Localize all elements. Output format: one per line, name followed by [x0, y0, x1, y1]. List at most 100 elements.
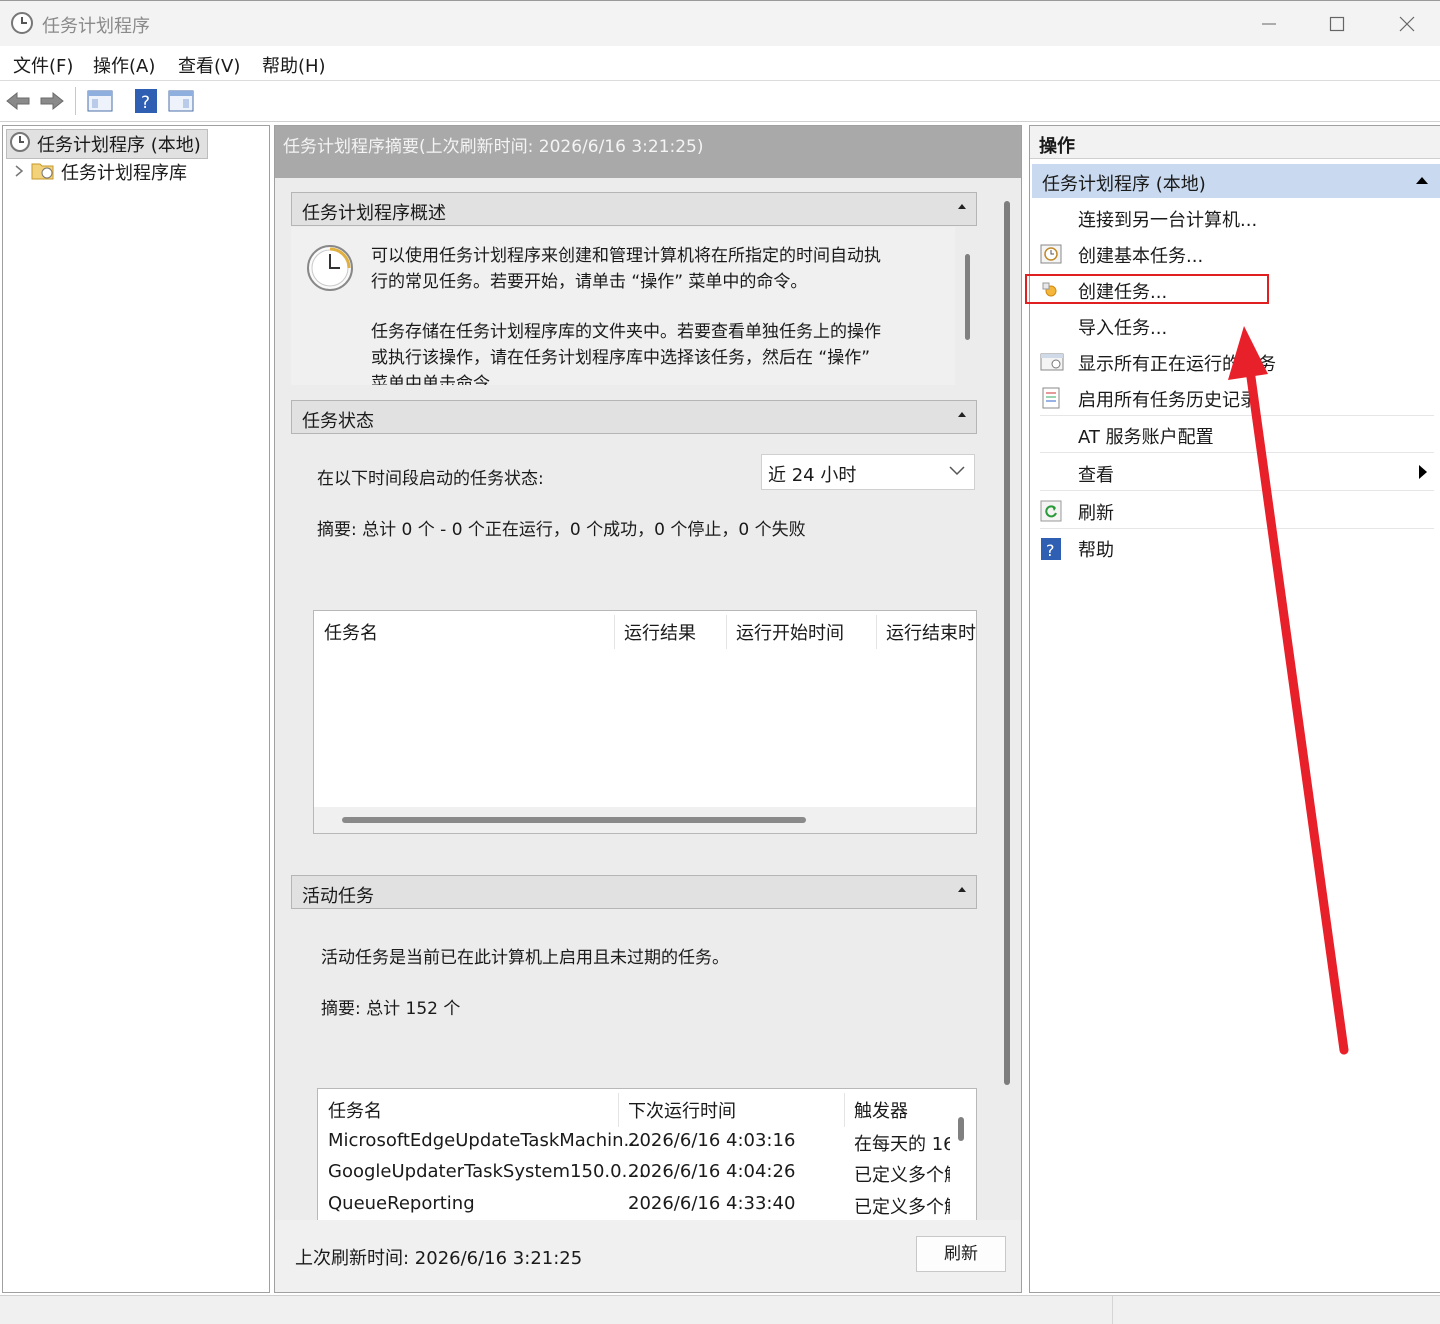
column-divider[interactable] [614, 615, 615, 649]
status-period-dropdown[interactable]: 近 24 小时 [761, 454, 975, 490]
action-create-basic-task[interactable]: 创建基本任务... [1030, 236, 1440, 272]
maximize-button[interactable] [1312, 7, 1362, 41]
table-cell[interactable]: QueueReporting [328, 1193, 475, 1214]
section-title: 活动任务 [302, 886, 374, 907]
table-cell[interactable]: GoogleUpdaterTaskSystem150.0.... [328, 1161, 644, 1182]
annotation-arrow [1228, 326, 1349, 1055]
collapse-caret-icon[interactable] [958, 887, 966, 892]
actions-group-label: 任务计划程序 (本地) [1042, 174, 1206, 195]
submenu-arrow-icon [1418, 464, 1428, 484]
tree-item-library[interactable]: 任务计划程序库 [13, 158, 187, 186]
help-icon: ? [1040, 537, 1062, 560]
toolbar-separator [75, 87, 76, 115]
overview-text-line: 任务存储在任务计划程序库的文件夹中。若要查看单独任务上的操作 [371, 322, 881, 342]
column-header[interactable]: 任务名 [324, 619, 378, 645]
svg-text:?: ? [141, 93, 150, 113]
chevron-down-icon [948, 463, 966, 482]
table-cell[interactable]: 2026/6/16 4:04:26 [628, 1161, 795, 1182]
dropdown-value: 近 24 小时 [768, 465, 857, 486]
overview-text-line: 或执行该操作，请在任务计划程序库中选择该任务，然后在 “操作” [371, 348, 871, 368]
action-pane-icon[interactable] [167, 87, 195, 115]
tree-item-local[interactable]: 任务计划程序 (本地) [6, 129, 208, 159]
toolbar: ? [0, 81, 1440, 122]
refresh-button[interactable]: 刷新 [916, 1236, 1006, 1272]
table-cell[interactable]: 已定义多个触 [854, 1161, 950, 1187]
table-scrollbar[interactable] [958, 1117, 964, 1141]
section-status-header[interactable]: 任务状态 [291, 400, 977, 434]
column-header[interactable]: 运行结束时 [886, 619, 976, 645]
column-header[interactable]: 任务名 [328, 1097, 382, 1123]
action-label: 创建基本任务... [1078, 246, 1204, 267]
status-bar-segment [1112, 1296, 1440, 1324]
column-divider[interactable] [726, 615, 727, 649]
table-cell[interactable]: 在每天的 16 [854, 1130, 950, 1156]
column-divider[interactable] [618, 1093, 619, 1127]
column-header[interactable]: 触发器 [854, 1097, 908, 1123]
back-arrow-icon[interactable] [4, 87, 32, 115]
summary-header-text: 任务计划程序摘要(上次刷新时间: 2026/6/16 3:21:25) [283, 137, 704, 157]
forward-arrow-icon[interactable] [38, 87, 66, 115]
clock-icon [10, 11, 34, 35]
table-cell[interactable]: 2026/6/16 4:33:40 [628, 1193, 795, 1214]
section-title: 任务状态 [302, 411, 374, 432]
column-header[interactable]: 运行结果 [624, 619, 696, 645]
horizontal-scrollbar-thumb[interactable] [342, 817, 806, 823]
status-summary: 摘要: 总计 0 个 - 0 个正在运行，0 个成功，0 个停止，0 个失败 [317, 520, 806, 540]
summary-header: 任务计划程序摘要(上次刷新时间: 2026/6/16 3:21:25) [275, 126, 1021, 178]
overview-text-line: 菜单中单击命令。 [371, 374, 507, 385]
history-log-icon [1040, 387, 1062, 409]
collapse-caret-icon[interactable] [958, 204, 966, 209]
status-bar [0, 1295, 1440, 1324]
table-cell[interactable]: MicrosoftEdgeUpdateTaskMachin... [328, 1130, 641, 1151]
action-connect-computer[interactable]: 连接到另一台计算机... [1030, 200, 1440, 236]
action-label: 刷新 [1078, 503, 1114, 524]
console-tree-icon[interactable] [86, 87, 114, 115]
table-cell[interactable]: 2026/6/16 4:03:16 [628, 1130, 795, 1151]
status-period-label: 在以下时间段启动的任务状态: [317, 469, 544, 489]
help-icon[interactable]: ? [132, 87, 160, 115]
section-active-header[interactable]: 活动任务 [291, 875, 977, 909]
active-description: 活动任务是当前已在此计算机上启用且未过期的任务。 [321, 948, 729, 968]
menu-bar: 文件(F) 操作(A) 查看(V) 帮助(H) [0, 46, 1440, 81]
menu-action[interactable]: 操作(A) [93, 52, 155, 78]
table-cell[interactable]: 已定义多个触 [854, 1193, 950, 1219]
collapse-caret-icon[interactable] [1416, 177, 1428, 184]
highlight-box [1025, 274, 1269, 304]
title-bar: 任务计划程序 [0, 0, 1440, 47]
clock-icon [9, 131, 31, 158]
actions-group-header[interactable]: 任务计划程序 (本地) [1032, 164, 1440, 198]
navigation-tree: 任务计划程序 (本地) 任务计划程序库 [2, 125, 270, 1293]
close-button[interactable] [1382, 7, 1432, 41]
overview-text-line: 可以使用任务计划程序来创建和管理计算机将在所指定的时间自动执 [371, 246, 881, 266]
minimize-button[interactable] [1244, 7, 1294, 41]
menu-help[interactable]: 帮助(H) [262, 52, 326, 78]
summary-scrollbar[interactable] [1004, 201, 1010, 1085]
active-task-table: 任务名 下次运行时间 触发器 MicrosoftEdgeUpdateTaskMa… [317, 1088, 977, 1220]
action-label: AT 服务账户配置 [1078, 427, 1214, 448]
column-divider[interactable] [876, 615, 877, 649]
column-header[interactable]: 下次运行时间 [628, 1097, 736, 1123]
column-divider[interactable] [844, 1093, 845, 1127]
collapse-caret-icon[interactable] [958, 412, 966, 417]
menu-file[interactable]: 文件(F) [13, 52, 73, 78]
section-overview-header[interactable]: 任务计划程序概述 [291, 192, 977, 226]
tree-item-label: 任务计划程序库 [61, 163, 187, 184]
action-label: 帮助 [1078, 540, 1114, 561]
last-refresh-time: 上次刷新时间: 2026/6/16 3:21:25 [295, 1248, 583, 1269]
section-title: 任务计划程序概述 [302, 203, 446, 224]
overview-scrollbar[interactable] [965, 254, 970, 340]
svg-text:?: ? [1046, 541, 1055, 560]
calendar-clock-icon [1040, 243, 1062, 265]
tree-item-label: 任务计划程序 (本地) [37, 135, 201, 156]
action-label: 查看 [1078, 465, 1114, 486]
folder-clock-icon [31, 159, 55, 186]
actions-header: 操作 [1030, 126, 1440, 159]
overview-body: 可以使用任务计划程序来创建和管理计算机将在所指定的时间自动执 行的常见任务。若要… [291, 227, 955, 385]
running-tasks-icon [1040, 351, 1064, 373]
active-summary: 摘要: 总计 152 个 [321, 999, 461, 1019]
action-label: 连接到另一台计算机... [1078, 210, 1258, 231]
menu-view[interactable]: 查看(V) [178, 52, 240, 78]
column-header[interactable]: 运行开始时间 [736, 619, 844, 645]
chevron-right-icon[interactable] [13, 162, 25, 183]
overview-text-line: 行的常见任务。若要开始，请单击 “操作” 菜单中的命令。 [371, 272, 808, 292]
